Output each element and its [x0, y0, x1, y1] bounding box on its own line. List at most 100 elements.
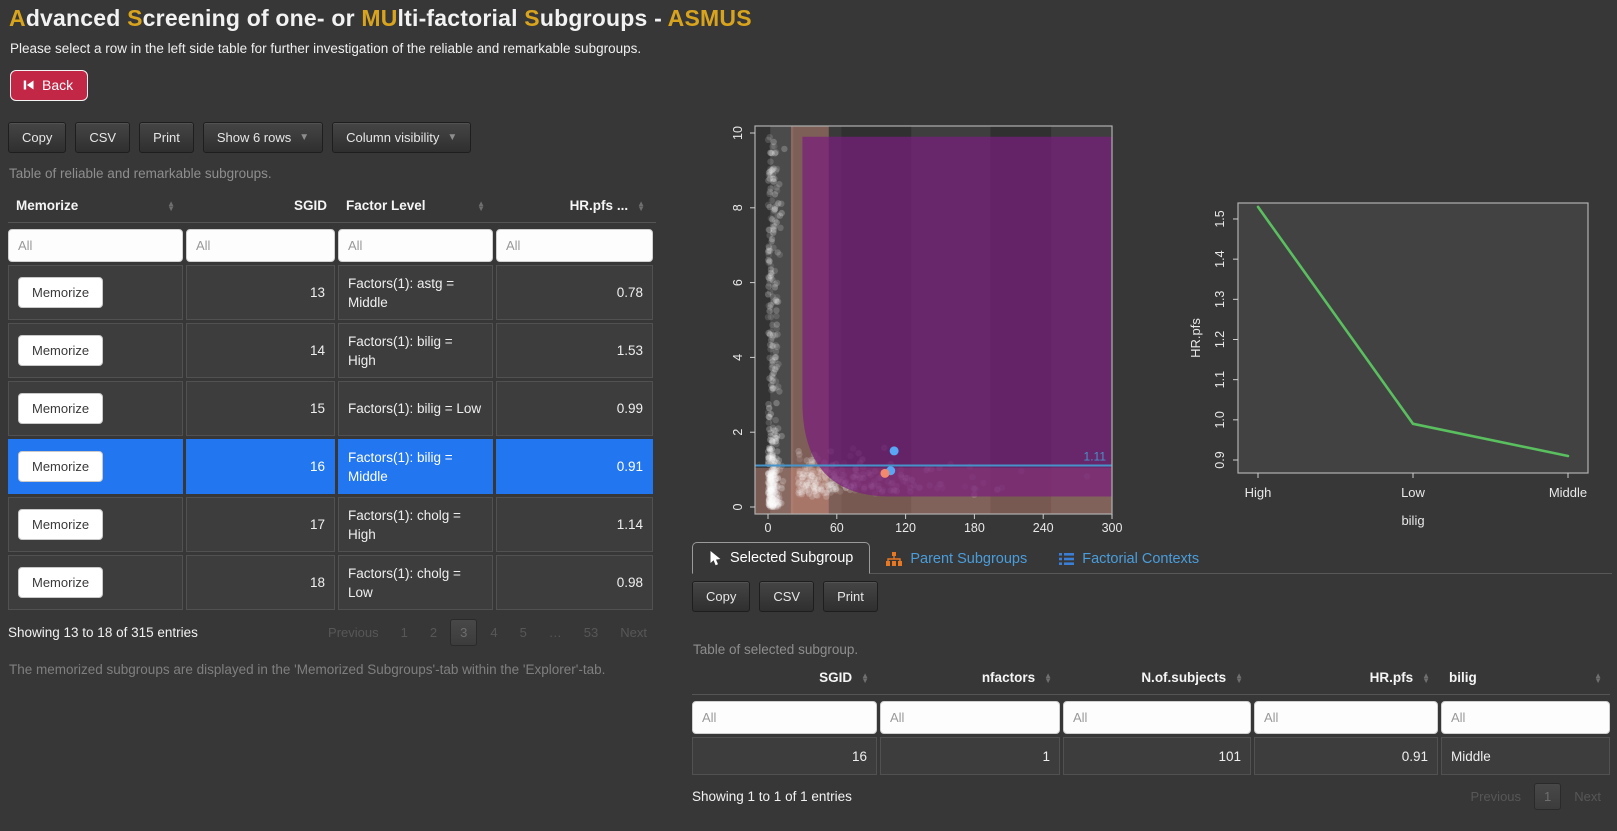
table-cell: Factors(1): astg = Middle: [338, 265, 493, 320]
column-label: SGID: [819, 670, 852, 685]
pagination-previous[interactable]: Previous: [319, 620, 388, 645]
tab-selected-subgroup[interactable]: Selected Subgroup: [692, 542, 870, 574]
memorize-button[interactable]: Memorize: [18, 393, 103, 424]
table-cell: Memorize: [8, 555, 183, 610]
subgroups-table-header: Memorize▲▼ SGID Factor Level▲▼HR.pfs ...▲▼: [8, 192, 656, 223]
title-segment: lti-factorial: [398, 5, 525, 31]
svg-text:180: 180: [964, 521, 985, 534]
subgroups-table: Memorize▲▼SGIDFactor Level▲▼HR.pfs ...▲▼…: [8, 192, 656, 646]
pagination-page-53[interactable]: 53: [575, 620, 607, 645]
column-header-hr-pfs[interactable]: HR.pfs▲▼: [1254, 664, 1438, 691]
memorize-button[interactable]: Memorize: [18, 509, 103, 540]
tab-parent-subgroups[interactable]: Parent Subgroups: [870, 544, 1043, 574]
selected-table-caption: Table of selected subgroup.: [693, 642, 858, 657]
column-header-memorize[interactable]: Memorize▲▼: [8, 192, 183, 219]
column-header-factor-level[interactable]: Factor Level▲▼: [338, 192, 493, 219]
memorize-button[interactable]: Memorize: [18, 451, 103, 482]
table-row[interactable]: 1611010.91Middle: [692, 737, 1610, 775]
column-header-nfactors[interactable]: nfactors▲▼: [880, 664, 1060, 691]
csv-button[interactable]: CSV: [759, 581, 814, 612]
pagination-next[interactable]: Next: [1565, 784, 1610, 809]
tab-label: Parent Subgroups: [910, 551, 1027, 567]
svg-text:1.1: 1.1: [1213, 371, 1227, 388]
filter-input-nfactors[interactable]: [880, 701, 1060, 734]
svg-text:1.5: 1.5: [1213, 210, 1227, 227]
table-row[interactable]: Memorize17Factors(1): cholg = High1.14: [8, 497, 656, 552]
table-row[interactable]: Memorize18Factors(1): cholg = Low0.98: [8, 555, 656, 610]
copy-button[interactable]: Copy: [692, 581, 750, 612]
table-info: Showing 13 to 18 of 315 entries: [8, 625, 198, 640]
sort-icon[interactable]: ▲▼: [1235, 673, 1243, 683]
sort-icon[interactable]: ▲▼: [861, 673, 869, 683]
sort-icon[interactable]: ▲▼: [1594, 673, 1602, 683]
table-row-selected[interactable]: Memorize16Factors(1): bilig = Middle0.91: [8, 439, 656, 494]
table-row[interactable]: Memorize14Factors(1): bilig = High1.53: [8, 323, 656, 378]
sort-icon[interactable]: ▲▼: [1044, 673, 1052, 683]
pagination-page-5[interactable]: 5: [511, 620, 536, 645]
csv-button[interactable]: CSV: [75, 122, 130, 153]
sort-icon[interactable]: ▲▼: [637, 201, 645, 211]
sort-icon[interactable]: ▲▼: [167, 201, 175, 211]
column-header-n-of-subjects[interactable]: N.of.subjects ▲▼: [1063, 664, 1251, 691]
table-cell: 16: [186, 439, 335, 494]
memorize-button[interactable]: Memorize: [18, 277, 103, 308]
pagination-page-…[interactable]: …: [540, 620, 571, 645]
pagination-page-3[interactable]: 3: [450, 619, 477, 646]
print-button[interactable]: Print: [823, 581, 878, 612]
svg-text:0: 0: [765, 521, 772, 534]
sort-icon[interactable]: ▲▼: [1422, 673, 1430, 683]
table-cell: Factors(1): cholg = Low: [338, 555, 493, 610]
subgroups-table-filters: [8, 229, 656, 262]
show-rows-dropdown[interactable]: Show 6 rows▼: [203, 122, 323, 153]
table-cell: 14: [186, 323, 335, 378]
filter-input-n-of-subjects[interactable]: [1063, 701, 1251, 734]
filter-input-sgid[interactable]: [186, 229, 335, 262]
list-icon: [1059, 552, 1074, 566]
column-label: SGID: [294, 198, 327, 213]
left-table-toolbar: Copy CSV Print Show 6 rows▼ Column visib…: [8, 122, 471, 153]
column-header-bilig[interactable]: bilig▲▼: [1441, 664, 1610, 691]
memorize-button[interactable]: Memorize: [18, 335, 103, 366]
table-row[interactable]: Memorize15Factors(1): bilig = Low0.99: [8, 381, 656, 436]
chevron-down-icon: ▼: [299, 132, 309, 143]
pagination-page-1[interactable]: 1: [1534, 783, 1561, 810]
table-row[interactable]: Memorize13Factors(1): astg = Middle0.78: [8, 265, 656, 320]
column-header-hr-pfs-[interactable]: HR.pfs ...▲▼: [496, 192, 653, 219]
selected-table-toolbar: Copy CSV Print: [692, 581, 878, 612]
filter-input-bilig[interactable]: [1441, 701, 1610, 734]
pagination-page-4[interactable]: 4: [481, 620, 506, 645]
filter-input-factor-level[interactable]: [338, 229, 493, 262]
pagination-page-2[interactable]: 2: [421, 620, 446, 645]
svg-text:High: High: [1245, 485, 1272, 500]
print-button[interactable]: Print: [139, 122, 194, 153]
svg-text:4: 4: [731, 354, 745, 361]
svg-text:60: 60: [830, 521, 844, 534]
column-header-sgid: SGID: [186, 192, 335, 219]
back-button[interactable]: Back: [10, 70, 88, 101]
svg-text:1.2: 1.2: [1213, 331, 1227, 348]
selected-table-header: SGID▲▼nfactors▲▼N.of.subjects▲▼HR.pfs▲▼b…: [692, 664, 1610, 695]
filter-input-sgid[interactable]: [692, 701, 877, 734]
sitemap-icon: [886, 552, 902, 566]
tab-factorial-contexts[interactable]: Factorial Contexts: [1043, 544, 1215, 574]
copy-button[interactable]: Copy: [8, 122, 66, 153]
pagination-next[interactable]: Next: [611, 620, 656, 645]
scatter-plot-panel: 1.110601201802403000246810: [705, 118, 1122, 534]
pagination-page-1[interactable]: 1: [392, 620, 417, 645]
filter-input-memorize[interactable]: [8, 229, 183, 262]
svg-text:0: 0: [731, 503, 745, 510]
subgroups-table-body: Memorize13Factors(1): astg = Middle0.78M…: [8, 265, 656, 610]
filter-input-hr-pfs-[interactable]: [496, 229, 653, 262]
title-segment: S: [524, 5, 540, 31]
memorize-button[interactable]: Memorize: [18, 567, 103, 598]
filter-input-hr-pfs[interactable]: [1254, 701, 1438, 734]
column-label: N.of.subjects: [1141, 670, 1226, 685]
column-header-sgid[interactable]: SGID ▲▼: [692, 664, 877, 691]
table-info: Showing 1 to 1 of 1 entries: [692, 789, 852, 804]
step-backward-icon: [23, 79, 35, 91]
table-cell: 18: [186, 555, 335, 610]
svg-text:2: 2: [731, 429, 745, 436]
sort-icon[interactable]: ▲▼: [477, 201, 485, 211]
pagination-previous[interactable]: Previous: [1461, 784, 1530, 809]
column-visibility-dropdown[interactable]: Column visibility▼: [332, 122, 471, 153]
